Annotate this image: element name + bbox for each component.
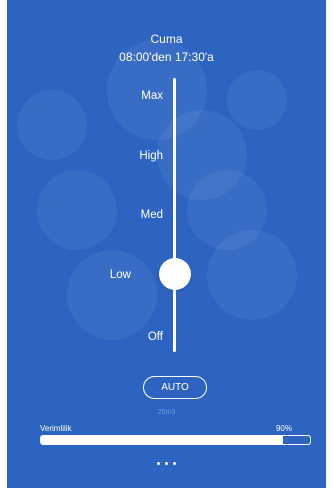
efficiency-bar-fill — [41, 436, 284, 444]
dot — [157, 462, 160, 465]
level-label-low[interactable]: Low — [71, 268, 131, 282]
level-label-med[interactable]: Med — [103, 208, 163, 222]
background-bubble — [227, 70, 287, 130]
dot — [165, 462, 168, 465]
level-slider-knob[interactable] — [159, 258, 191, 290]
level-slider-track[interactable] — [173, 78, 176, 352]
level-label-high[interactable]: High — [103, 149, 163, 163]
level-label-max[interactable]: Max — [103, 89, 163, 103]
schedule-time-range: 08:00'den 17:30'a — [119, 50, 214, 64]
auto-button[interactable]: AUTO — [143, 376, 207, 399]
level-label-off[interactable]: Off — [103, 330, 163, 344]
more-options-icon[interactable] — [7, 462, 326, 465]
background-bubble — [67, 250, 157, 340]
background-bubble — [207, 230, 297, 320]
schedule-day: Cuma — [150, 32, 183, 46]
efficiency-bar — [40, 435, 311, 445]
schedule-header: Cuma 08:00'den 17:30'a — [7, 32, 326, 65]
efficiency-value: 90% — [275, 424, 292, 433]
volume-value: 25m3 — [157, 409, 176, 416]
app-screen: Cuma 08:00'den 17:30'a Max High Med Low … — [7, 0, 326, 488]
background-bubble — [17, 90, 87, 160]
efficiency-label: Verimlilik — [40, 424, 72, 433]
dot — [173, 462, 176, 465]
